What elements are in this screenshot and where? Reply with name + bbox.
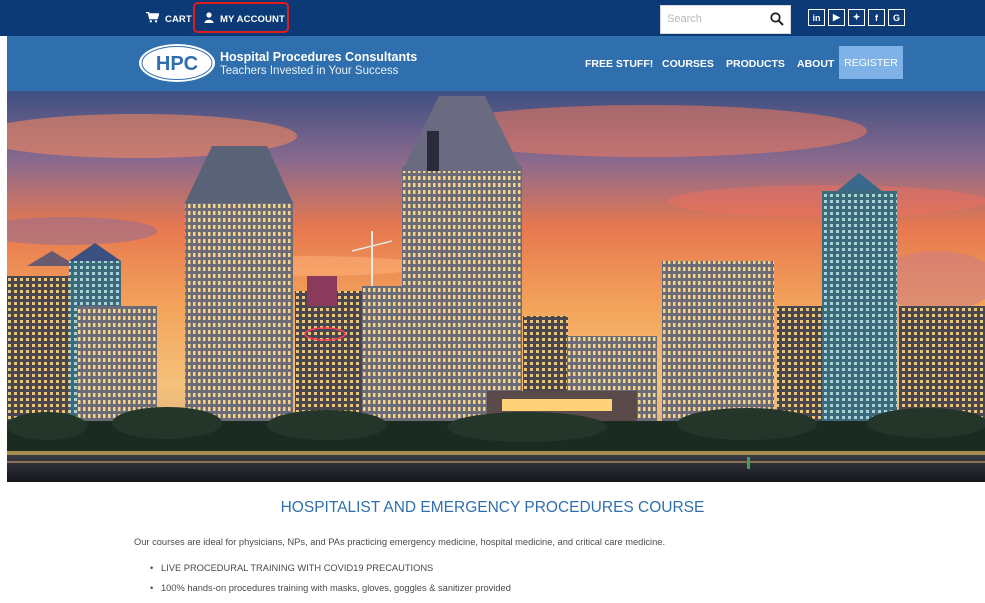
register-button[interactable]: REGISTER [839, 46, 903, 79]
hpc-logo[interactable]: HPC [138, 43, 216, 83]
search-icon[interactable] [770, 12, 784, 26]
cart-icon [146, 11, 160, 26]
nav-about[interactable]: ABOUT [797, 58, 834, 70]
nav-products[interactable]: PRODUCTS [726, 58, 785, 70]
youtube-icon[interactable]: ▶ [828, 9, 845, 26]
cart-label: CART [165, 13, 192, 25]
brand-tagline: Teachers Invested in Your Success [220, 65, 399, 77]
search-input[interactable] [661, 6, 763, 32]
twitter-icon[interactable]: ✦ [848, 9, 865, 26]
list-item: 100% hands-on procedures training with m… [150, 583, 511, 603]
course-feature-list: LIVE PROCEDURAL TRAINING WITH COVID19 PR… [150, 563, 511, 603]
course-title: HOSPITALIST AND EMERGENCY PROCEDURES COU… [280, 499, 705, 516]
nav-courses[interactable]: COURSES [662, 58, 714, 70]
linkedin-icon[interactable]: in [808, 9, 825, 26]
facebook-icon[interactable]: f [868, 9, 885, 26]
main-navbar: HPC Hospital Procedures Consultants Teac… [7, 36, 985, 91]
brand-name: Hospital Procedures Consultants [220, 50, 418, 64]
list-item: LIVE PROCEDURAL TRAINING WITH COVID19 PR… [150, 563, 511, 583]
top-utility-bar: CART MY ACCOUNT in ▶ ✦ f G [0, 0, 985, 36]
google-icon[interactable]: G [888, 9, 905, 26]
account-highlight-box [193, 2, 289, 33]
nav-free-stuff[interactable]: FREE STUFF! [585, 58, 653, 70]
search-box [660, 5, 791, 34]
hero-skyline-image [7, 91, 985, 482]
cart-link[interactable]: CART [146, 11, 192, 27]
svg-text:HPC: HPC [156, 53, 198, 75]
course-intro-text: Our courses are ideal for physicians, NP… [134, 537, 666, 547]
